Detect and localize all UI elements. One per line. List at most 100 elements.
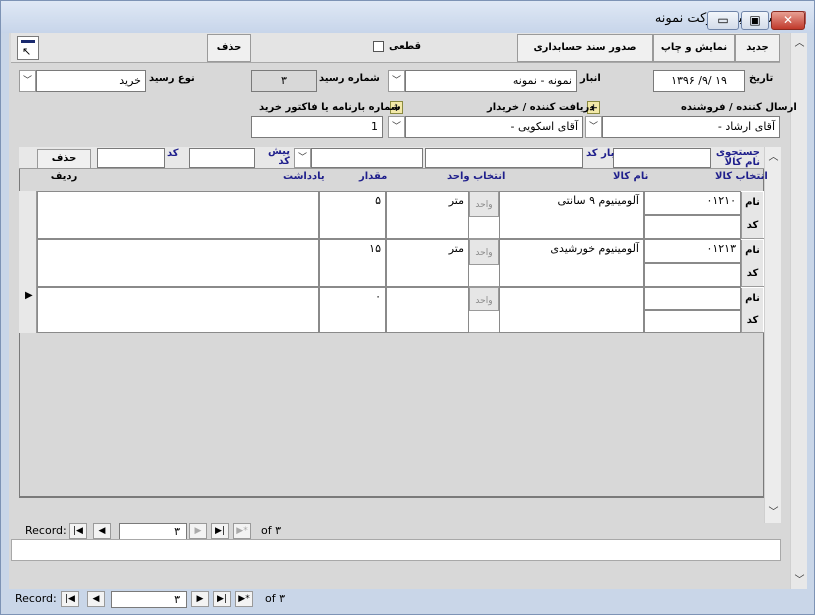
subform-scroll-down-icon[interactable]: ﹀	[765, 504, 782, 521]
unit-cell[interactable]	[386, 287, 469, 333]
row-selector[interactable]: ▶	[19, 287, 37, 333]
restore-button[interactable]: ▣	[741, 11, 769, 30]
scroll-up-icon[interactable]: ︿	[791, 35, 808, 52]
note-cell[interactable]	[37, 287, 319, 333]
form-record-of: of ۳	[265, 592, 286, 605]
arrow-up-left-icon	[21, 40, 35, 43]
form-record-label: Record:	[15, 592, 57, 605]
form-record-number[interactable]: ۳	[111, 591, 187, 608]
close-button[interactable]: ✕	[771, 11, 805, 30]
item-code-cell[interactable]: ۰۱۲۱۳	[644, 239, 741, 263]
form-first-record-icon[interactable]: |◀	[61, 591, 79, 607]
barcode-field[interactable]	[425, 148, 583, 168]
receiver-combo[interactable]: آقای اسکویی -	[405, 116, 583, 138]
form-next-record-icon[interactable]: ▶	[191, 591, 209, 607]
item-name-cell[interactable]: آلومینیوم ۹ سانتی	[499, 191, 644, 239]
code-tag: کد	[741, 263, 763, 286]
date-label: تاریخ	[749, 73, 774, 84]
item-name-cell[interactable]: آلومینیوم خورشیدی	[499, 239, 644, 287]
record-selector-corner[interactable]: ↖	[17, 36, 39, 60]
new-button[interactable]: جدید	[735, 34, 780, 62]
final-checkbox[interactable]	[373, 41, 384, 52]
col-select-unit: انتخاب واحد	[447, 171, 506, 182]
subform-vertical-scrollbar[interactable]: ︿ ﹀	[764, 147, 781, 523]
code-tag: کد	[741, 310, 763, 332]
item-code-cell[interactable]	[644, 287, 741, 310]
form-prev-record-icon[interactable]: ◀	[87, 591, 105, 607]
subform-record-label: Record:	[25, 524, 67, 537]
receipt-type-dropdown-icon[interactable]: ﹀	[19, 70, 36, 92]
subform-footer	[19, 497, 764, 521]
name-tag: نام	[741, 192, 763, 215]
name-tag: نام	[741, 240, 763, 263]
quantity-cell[interactable]: ۰	[319, 287, 386, 333]
date-field[interactable]: ۱۹ /۹/ ۱۳۹۶	[653, 70, 745, 92]
col-select-item: انتخاب کالا	[715, 171, 768, 182]
subform-scroll-up-icon[interactable]: ︿	[765, 149, 782, 166]
app-window: رسید انبار شرکت نمونه ▭ ▣ ✕ ︿ ﹀ ↖ حذف قط…	[0, 0, 815, 615]
prefix-code-combo[interactable]	[311, 148, 423, 168]
title-bar: رسید انبار شرکت نمونه ▭ ▣ ✕	[1, 1, 814, 33]
final-label: قطعی	[389, 41, 422, 52]
receiver-label: دریافت کننده / خریدار	[487, 102, 595, 113]
current-record-arrow-icon: ▶	[25, 290, 33, 301]
form-new-record-icon[interactable]: ▶*	[235, 591, 253, 607]
sender-combo[interactable]: آقای ارشاد -	[602, 116, 780, 138]
next-record-icon: ▶	[189, 523, 207, 539]
col-quantity: مقدار	[359, 171, 388, 182]
unit-button[interactable]: واحد	[469, 191, 499, 217]
item-name-cell[interactable]	[499, 287, 644, 333]
item-code-cell[interactable]: ۰۱۲۱۰	[644, 191, 741, 215]
subform-record-of: of ۳	[261, 524, 282, 537]
new-record-icon: ▶*	[233, 523, 251, 539]
receipt-type-combo[interactable]: خرید	[36, 70, 146, 92]
item-search-field[interactable]	[613, 148, 711, 168]
code-input[interactable]	[97, 148, 165, 168]
form-last-record-icon[interactable]: ▶|	[213, 591, 231, 607]
scroll-down-icon[interactable]: ﹀	[791, 572, 808, 589]
status-description-field	[11, 539, 781, 561]
item-code-input[interactable]	[644, 215, 741, 239]
invoice-number-field[interactable]: 1	[251, 116, 383, 138]
warehouse-combo[interactable]: نمونه - نمونه	[405, 70, 577, 92]
prefix-code-dropdown-icon[interactable]: ﹀	[294, 148, 311, 168]
invoice-number-label: شماره بارنامه یا فاکتور خرید	[259, 102, 401, 113]
form-vertical-scrollbar[interactable]: ︿ ﹀	[790, 33, 807, 589]
last-record-icon[interactable]: ▶|	[211, 523, 229, 539]
code-field[interactable]	[189, 148, 255, 168]
receiver-dropdown-icon[interactable]: ﹀	[388, 116, 405, 138]
warehouse-label: انبار	[580, 73, 601, 84]
unit-cell[interactable]: متر	[386, 191, 469, 239]
accounting-voucher-button[interactable]: صدور سند حسابداری	[517, 34, 653, 62]
form-record-navigator: Record: |◀ ◀ ۳ ▶ ▶| ▶* of ۳	[15, 591, 315, 609]
note-cell[interactable]	[37, 239, 319, 287]
delete-button[interactable]: حذف	[207, 34, 251, 62]
item-code-input[interactable]	[644, 310, 741, 333]
print-preview-button[interactable]: نمایش و چاپ	[653, 34, 735, 62]
col-note: یادداشت	[283, 171, 325, 182]
row-selector[interactable]	[19, 239, 37, 287]
unit-button[interactable]: واحد	[469, 239, 499, 265]
code-tag: کد	[741, 215, 763, 238]
quantity-cell[interactable]: ۱۵	[319, 239, 386, 287]
item-code-input[interactable]	[644, 263, 741, 287]
minimize-button[interactable]: ▭	[707, 11, 739, 30]
warehouse-dropdown-icon[interactable]: ﹀	[388, 70, 405, 92]
unit-button[interactable]: واحد	[469, 287, 499, 311]
quantity-cell[interactable]: ۵	[319, 191, 386, 239]
name-tag: نام	[741, 288, 763, 310]
item-search-label: جستجوی نام کالا	[715, 147, 760, 168]
receipt-number-field: ۳	[251, 70, 317, 92]
subform-record-number[interactable]: ۳	[119, 523, 187, 540]
prefix-code-label: پیش کد	[268, 146, 290, 167]
code-label: کد	[167, 148, 179, 159]
barcode-label: بار کد	[586, 148, 615, 159]
row-selector[interactable]	[19, 191, 37, 239]
sender-dropdown-icon[interactable]: ﹀	[585, 116, 602, 138]
note-cell[interactable]	[37, 191, 319, 239]
first-record-icon[interactable]: |◀	[69, 523, 87, 539]
receipt-type-label: نوع رسید	[149, 73, 195, 84]
unit-cell[interactable]: متر	[386, 239, 469, 287]
delete-row-button[interactable]: حذف ردیف	[37, 149, 91, 182]
prev-record-icon[interactable]: ◀	[93, 523, 111, 539]
